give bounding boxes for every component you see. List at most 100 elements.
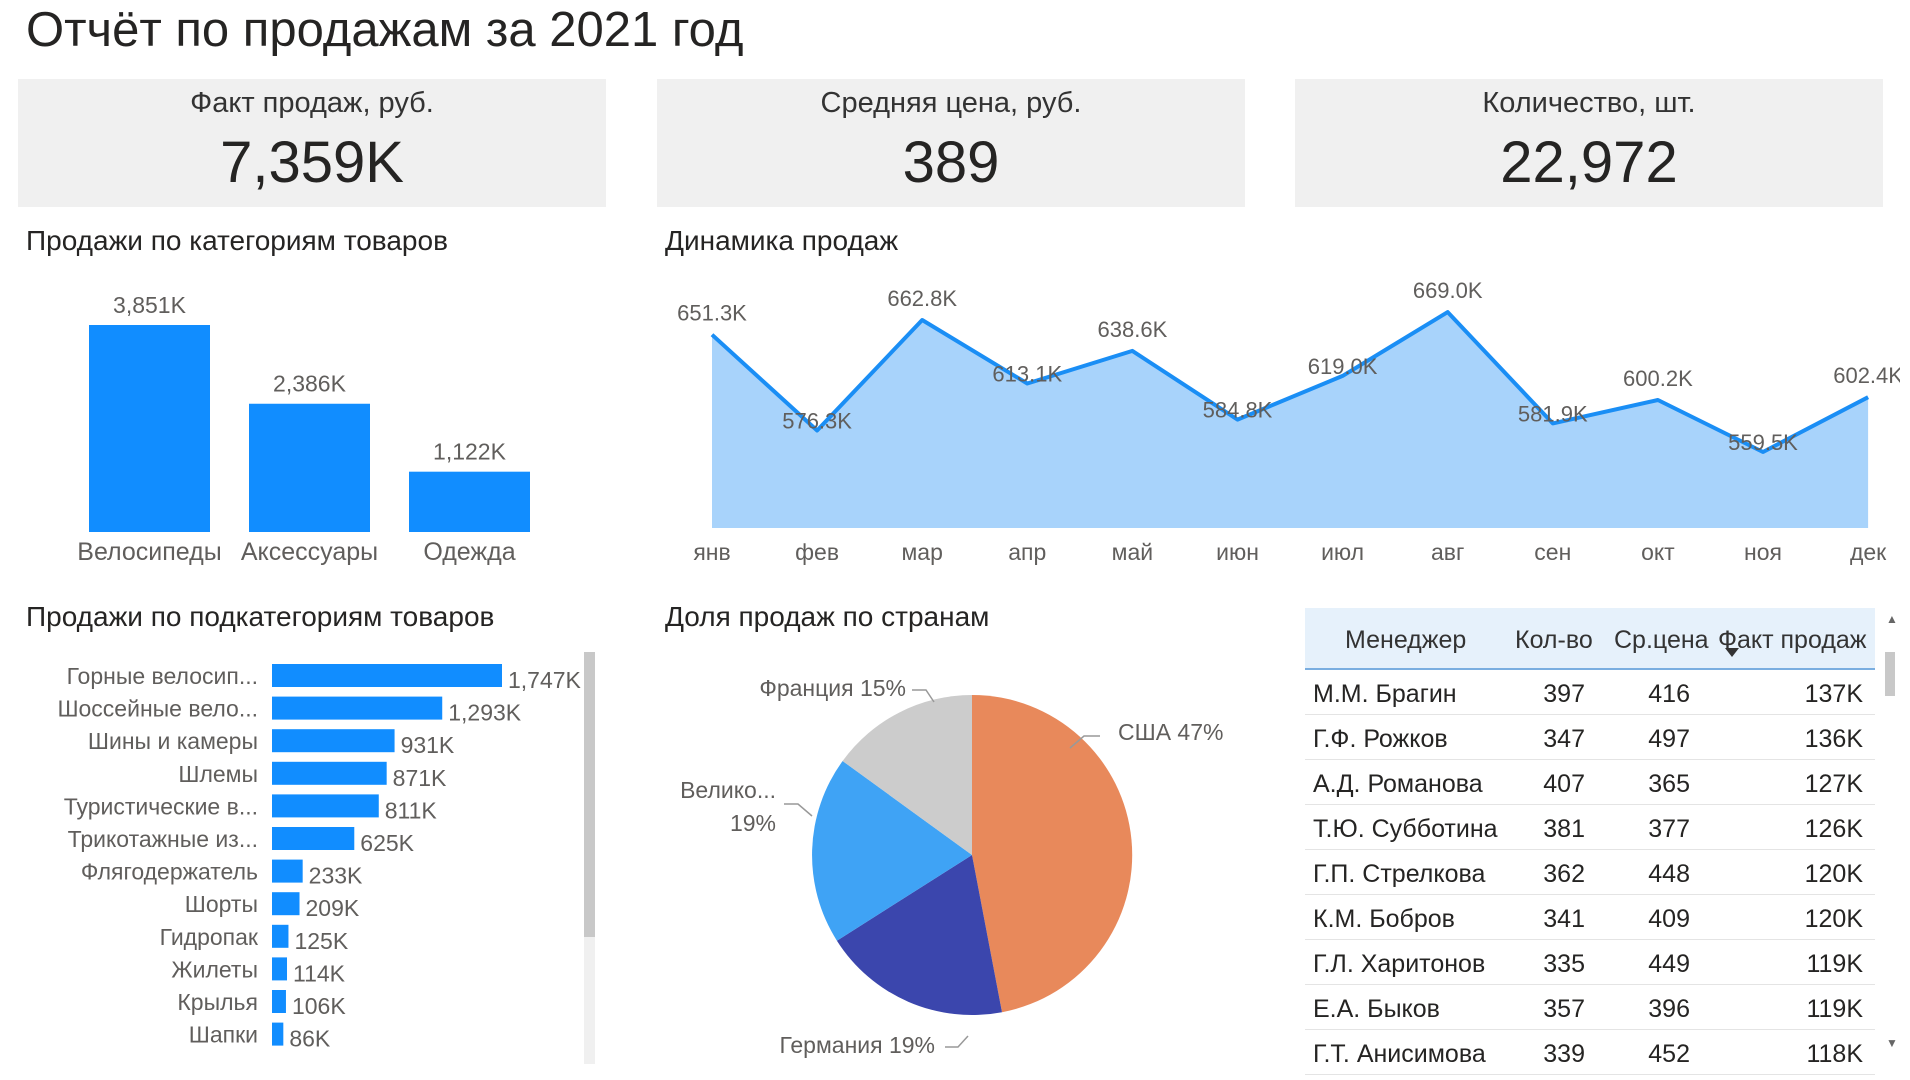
category-bar	[89, 325, 210, 532]
cell-manager: Г.Л. Харитонов	[1313, 950, 1486, 978]
category-bar-value-label: 1,122K	[433, 439, 507, 465]
subcategory-scrollbar-thumb[interactable]	[584, 652, 595, 937]
cell-avg-price: 416	[1648, 680, 1690, 708]
subcategory-bar-chart: Горные велосип... 1,747K Шоссейные вело...…	[57, 663, 581, 1052]
subcategory-bar	[272, 696, 443, 720]
cell-sales: 127K	[1804, 770, 1863, 798]
kpi-value: 7,359K	[220, 130, 404, 195]
subcategory-axis-label: Туристические в...	[64, 793, 258, 819]
table-scrollbar[interactable]: ▲ ▼	[1884, 612, 1898, 1052]
cell-sales: 120K	[1804, 860, 1863, 888]
subcategory-axis-label: Трикотажные из...	[68, 826, 258, 852]
table-row[interactable]: Г.Ф. Рожков 347 497 136K	[1305, 715, 1875, 760]
table-header: Менеджер Кол-во Ср.цена Факт продаж	[1305, 608, 1875, 670]
category-bar-value-label: 2,386K	[273, 371, 347, 397]
subcategory-bar	[272, 794, 379, 818]
cell-manager: Т.Ю. Субботина	[1313, 815, 1498, 843]
month-axis-label: окт	[1641, 539, 1675, 565]
category-axis-label: Аксессуары	[241, 538, 378, 566]
subcategory-bar-value-label: 86K	[289, 1026, 331, 1052]
cell-avg-price: 449	[1648, 950, 1690, 978]
subcategory-bar-value-label: 871K	[393, 765, 447, 791]
pie-leader-line	[945, 1035, 969, 1048]
table-row[interactable]: М.М. Брагин 397 416 137K	[1305, 670, 1875, 715]
subcategory-bar	[272, 827, 355, 850]
subcategory-bar-value-label: 209K	[306, 895, 360, 921]
subcategory-bar	[272, 892, 300, 916]
kpi-value: 22,972	[1500, 130, 1678, 195]
month-axis-label: ноя	[1744, 539, 1782, 565]
kpi-card-sales: Факт продаж, руб. 7,359K	[18, 79, 606, 207]
subcategory-axis-label: Шорты	[185, 891, 258, 917]
subcategory-bar	[272, 990, 286, 1013]
cell-quantity: 341	[1543, 905, 1585, 933]
month-axis-label: мар	[901, 539, 942, 565]
table-row[interactable]: Е.А. Быков 357 396 119K	[1305, 985, 1875, 1030]
kpi-value: 389	[902, 130, 1000, 195]
table-scrollbar-thumb[interactable]	[1885, 652, 1895, 696]
pie-slice-label: Велико... 19%	[680, 777, 776, 836]
cell-manager: Е.А. Быков	[1313, 995, 1440, 1023]
subcategory-axis-label: Крылья	[177, 989, 258, 1015]
table-row[interactable]: Г.Л. Харитонов 335 449 119K	[1305, 940, 1875, 985]
cell-quantity: 335	[1543, 950, 1585, 978]
category-axis-label: Велосипеды	[77, 538, 221, 566]
subcategory-bar-value-label: 125K	[294, 928, 348, 954]
pie-slice-label: Германия 19%	[779, 1032, 935, 1058]
subcategory-axis-label: Шины и камеры	[88, 728, 258, 754]
categories-chart-title: Продажи по категориям товаров	[26, 225, 448, 256]
table-row[interactable]: Г.Т. Анисимова 339 452 118K	[1305, 1030, 1875, 1075]
kpi-label: Средняя цена, руб.	[820, 87, 1082, 119]
table-row[interactable]: Г.П. Стрелкова 362 448 120K	[1305, 850, 1875, 895]
month-value-label: 669.0K	[1413, 278, 1483, 303]
month-value-label: 662.8K	[887, 286, 957, 311]
cell-quantity: 407	[1543, 770, 1585, 798]
subcategory-bar-value-label: 931K	[401, 732, 455, 758]
column-header-manager[interactable]: Менеджер	[1345, 626, 1466, 655]
month-axis-label: сен	[1534, 539, 1571, 565]
cell-manager: К.М. Бобров	[1313, 905, 1455, 933]
cell-avg-price: 448	[1648, 860, 1690, 888]
column-header-sales[interactable]: Факт продаж	[1718, 626, 1867, 655]
month-value-label: 613.1K	[992, 361, 1062, 386]
cell-avg-price: 377	[1648, 815, 1690, 843]
kpi-card-quantity: Количество, шт. 22,972	[1295, 79, 1883, 207]
column-header-quantity[interactable]: Кол-во	[1515, 626, 1593, 655]
country-pie-chart: США 47% Германия 19% Велико... 19% Франция 1…	[680, 675, 1223, 1058]
pie-slice-label: США 47%	[1118, 719, 1223, 745]
pie-slice	[972, 694, 1133, 1013]
sort-descending-icon[interactable]	[1725, 648, 1739, 657]
cell-quantity: 397	[1543, 680, 1585, 708]
table-row[interactable]: А.Д. Романова 407 365 127K	[1305, 760, 1875, 805]
pie-leader-line	[784, 803, 813, 817]
scroll-up-icon[interactable]: ▲	[1886, 612, 1898, 626]
month-axis-label: июн	[1216, 539, 1259, 565]
subcategory-bar-value-label: 811K	[385, 797, 438, 823]
cell-avg-price: 396	[1648, 995, 1690, 1023]
month-value-label: 619.0K	[1308, 354, 1378, 379]
subcategory-axis-label: Шапки	[189, 1022, 258, 1048]
cell-manager: Г.П. Стрелкова	[1313, 860, 1486, 888]
kpi-card-avg-price: Средняя цена, руб. 389	[657, 79, 1245, 207]
sales-dynamics-area-chart: 651.3K янв 576.3K фев 662.8K мар 613.1K апр 638.…	[677, 278, 1900, 565]
subcategory-bar	[272, 664, 502, 687]
cell-avg-price: 409	[1648, 905, 1690, 933]
subcategory-bar-value-label: 625K	[360, 830, 414, 856]
cell-sales: 119K	[1806, 995, 1863, 1023]
cell-sales: 119K	[1806, 950, 1863, 978]
subcategory-bar	[272, 924, 289, 948]
countries-chart-title: Доля продаж по странам	[665, 601, 990, 632]
month-value-label: 651.3K	[677, 301, 747, 326]
subcategory-bar-value-label: 106K	[292, 993, 346, 1019]
cell-quantity: 357	[1543, 995, 1585, 1023]
month-value-label: 638.6K	[1098, 317, 1168, 342]
kpi-label: Количество, шт.	[1482, 87, 1696, 119]
subcategory-scrollbar[interactable]	[584, 652, 595, 1064]
table-row[interactable]: К.М. Бобров 341 409 120K	[1305, 895, 1875, 940]
cell-sales: 126K	[1804, 815, 1863, 843]
subcategory-axis-label: Шлемы	[178, 761, 258, 787]
column-header-avg-price[interactable]: Ср.цена	[1614, 626, 1709, 655]
cell-manager: Г.Ф. Рожков	[1313, 725, 1448, 753]
table-row[interactable]: Т.Ю. Субботина 381 377 126K	[1305, 805, 1875, 850]
scroll-down-icon[interactable]: ▼	[1886, 1036, 1898, 1050]
